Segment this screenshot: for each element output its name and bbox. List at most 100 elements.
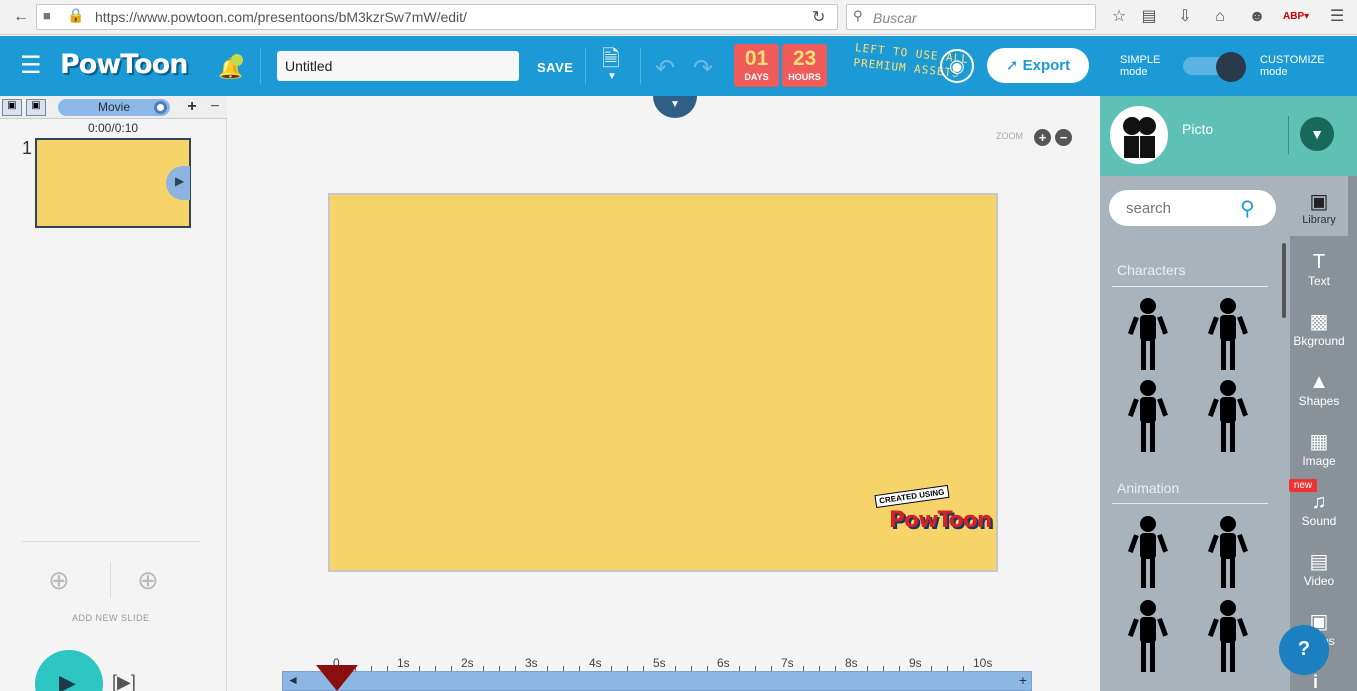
- timeline-minor-tick: [835, 666, 836, 671]
- download-icon[interactable]: ⇩: [1174, 6, 1196, 28]
- character-figure[interactable]: [1127, 514, 1168, 592]
- timeline-tick-label: 8s: [845, 656, 858, 670]
- presentation-title-input[interactable]: [277, 51, 519, 81]
- zoom-in-button[interactable]: +: [1034, 129, 1051, 146]
- timeline-minor-tick: [451, 666, 452, 671]
- character-figure[interactable]: [1127, 378, 1168, 456]
- character-figure[interactable]: [1207, 598, 1248, 676]
- timeline-minor-tick: [483, 666, 484, 671]
- character-style-dropdown-button[interactable]: ▼: [1300, 117, 1334, 151]
- chat-icon[interactable]: ☻: [1246, 6, 1268, 28]
- redo-icon[interactable]: ↷: [693, 54, 713, 83]
- timeline-tick-label: 10s: [973, 656, 993, 670]
- category-divider: [1112, 503, 1268, 504]
- bookmark-star-icon[interactable]: ☆: [1108, 6, 1130, 28]
- timeline-minor-tick: [371, 666, 372, 671]
- home-icon[interactable]: ⌂: [1209, 6, 1231, 28]
- preview-eye-icon[interactable]: ◉: [940, 49, 974, 83]
- page-icon: ■: [43, 8, 51, 23]
- search-icon[interactable]: ⚲: [1240, 196, 1255, 221]
- customize-mode-label[interactable]: CUSTOMIZE mode: [1260, 54, 1325, 78]
- mode-toggle-knob[interactable]: [1216, 52, 1246, 82]
- simple-mode-label[interactable]: SIMPLE mode: [1120, 54, 1160, 78]
- timeline-minor-tick: [883, 666, 884, 671]
- play-icon: ▶: [59, 670, 76, 691]
- chevron-down-icon[interactable]: ▼: [607, 71, 617, 82]
- timeline-minor-tick: [515, 666, 516, 671]
- divider: [110, 562, 111, 598]
- tool-shapes[interactable]: ▲ Shapes: [1290, 370, 1348, 408]
- timeline-minor-tick: [771, 666, 772, 671]
- play-arrow-icon: ▶: [175, 174, 185, 188]
- tool-text[interactable]: T Text: [1290, 250, 1348, 288]
- browser-search-placeholder: Buscar: [873, 10, 917, 26]
- text-icon: T: [1312, 251, 1326, 273]
- character-figure[interactable]: [1207, 296, 1248, 374]
- canvas-options-toggle[interactable]: ▼: [653, 96, 697, 118]
- customize-mode-line2: mode: [1260, 66, 1288, 78]
- export-button[interactable]: ➚ Export: [987, 48, 1089, 83]
- remove-icon[interactable]: −: [205, 98, 225, 118]
- timer-hours-label: HOURS: [788, 72, 821, 82]
- back-arrow-icon[interactable]: ←: [10, 6, 32, 28]
- reload-icon[interactable]: ↻: [812, 7, 825, 27]
- slide-timecode: 0:00/0:10: [88, 121, 139, 135]
- timeline-tick-label: 4s: [589, 656, 602, 670]
- library-scrollbar[interactable]: [1282, 243, 1286, 318]
- tool-video[interactable]: ▤ Video: [1290, 550, 1348, 588]
- timeline-minor-tick: [563, 666, 564, 671]
- undo-icon[interactable]: ↶: [655, 54, 675, 83]
- add-template-slide-icon[interactable]: ⊕: [137, 565, 159, 596]
- info-icon[interactable]: i: [1313, 672, 1318, 691]
- picto-avatar[interactable]: [1110, 106, 1168, 164]
- timeline-left-icon[interactable]: ◄: [287, 673, 299, 687]
- url-bar[interactable]: ■ 🔒 https://www.powtoon.com/presentoons/…: [36, 4, 838, 30]
- character-figure[interactable]: [1127, 296, 1168, 374]
- character-figure[interactable]: [1127, 598, 1168, 676]
- tool-background[interactable]: ▩ Bkground: [1290, 310, 1348, 348]
- zoom-out-button[interactable]: −: [1055, 129, 1072, 146]
- hamburger-menu-icon[interactable]: ☰: [20, 54, 42, 78]
- help-icon: ?: [1297, 638, 1311, 660]
- character-style-name: Picto: [1182, 121, 1214, 137]
- preview-slide-icon[interactable]: [▶]: [112, 672, 136, 691]
- movie-toggle-knob: [154, 101, 167, 114]
- divider: [260, 48, 261, 84]
- timeline-minor-tick: [419, 666, 420, 671]
- timeline-tick-label: 7s: [781, 656, 794, 670]
- menu-icon[interactable]: ☰: [1326, 6, 1348, 28]
- movie-label: Movie: [97, 100, 130, 114]
- adblock-icon[interactable]: ABP▾: [1283, 6, 1309, 28]
- timeline-minor-tick: [803, 666, 804, 671]
- help-chat-button[interactable]: ?: [1279, 625, 1329, 675]
- timeline-bar[interactable]: ◄ +: [282, 671, 1032, 691]
- character-figure[interactable]: [1207, 378, 1248, 456]
- add-blank-slide-icon[interactable]: ⊕: [48, 565, 70, 596]
- timeline-tick-label: 3s: [525, 656, 538, 670]
- single-view-icon[interactable]: ▣: [2, 99, 22, 116]
- tool-library[interactable]: ▣ Library: [1290, 190, 1348, 226]
- add-new-slide-label: ADD NEW SLIDE: [72, 613, 150, 623]
- character-figure[interactable]: [1207, 514, 1248, 592]
- timeline-minor-tick: [387, 666, 388, 671]
- tool-image[interactable]: ▦ Image: [1290, 430, 1348, 468]
- timer-days-label: DAYS: [744, 72, 769, 82]
- browser-search-field[interactable]: ⚲ Buscar: [846, 4, 1096, 30]
- url-text: https://www.powtoon.com/presentoons/bM3k…: [95, 9, 467, 25]
- timeline-tick-label: 6s: [717, 656, 730, 670]
- tool-sound[interactable]: ♫ Sound: [1290, 490, 1348, 528]
- timeline-playhead[interactable]: [316, 665, 358, 691]
- reading-list-icon[interactable]: ▤: [1138, 6, 1160, 28]
- save-button[interactable]: SAVE: [537, 60, 573, 75]
- divider: [22, 541, 200, 542]
- multi-view-icon[interactable]: ▣: [26, 99, 46, 116]
- timeline-minor-tick: [499, 666, 500, 671]
- document-menu-icon[interactable]: 🗎: [602, 48, 620, 70]
- image-icon: ▦: [1309, 431, 1329, 453]
- timer-hours: 23 HOURS: [782, 44, 827, 87]
- add-icon[interactable]: +: [182, 98, 202, 118]
- timeline-expand-icon[interactable]: +: [1019, 672, 1027, 688]
- timer-days: 01 DAYS: [734, 44, 779, 87]
- timeline-minor-tick: [675, 666, 676, 671]
- simple-mode-line2: mode: [1120, 66, 1148, 78]
